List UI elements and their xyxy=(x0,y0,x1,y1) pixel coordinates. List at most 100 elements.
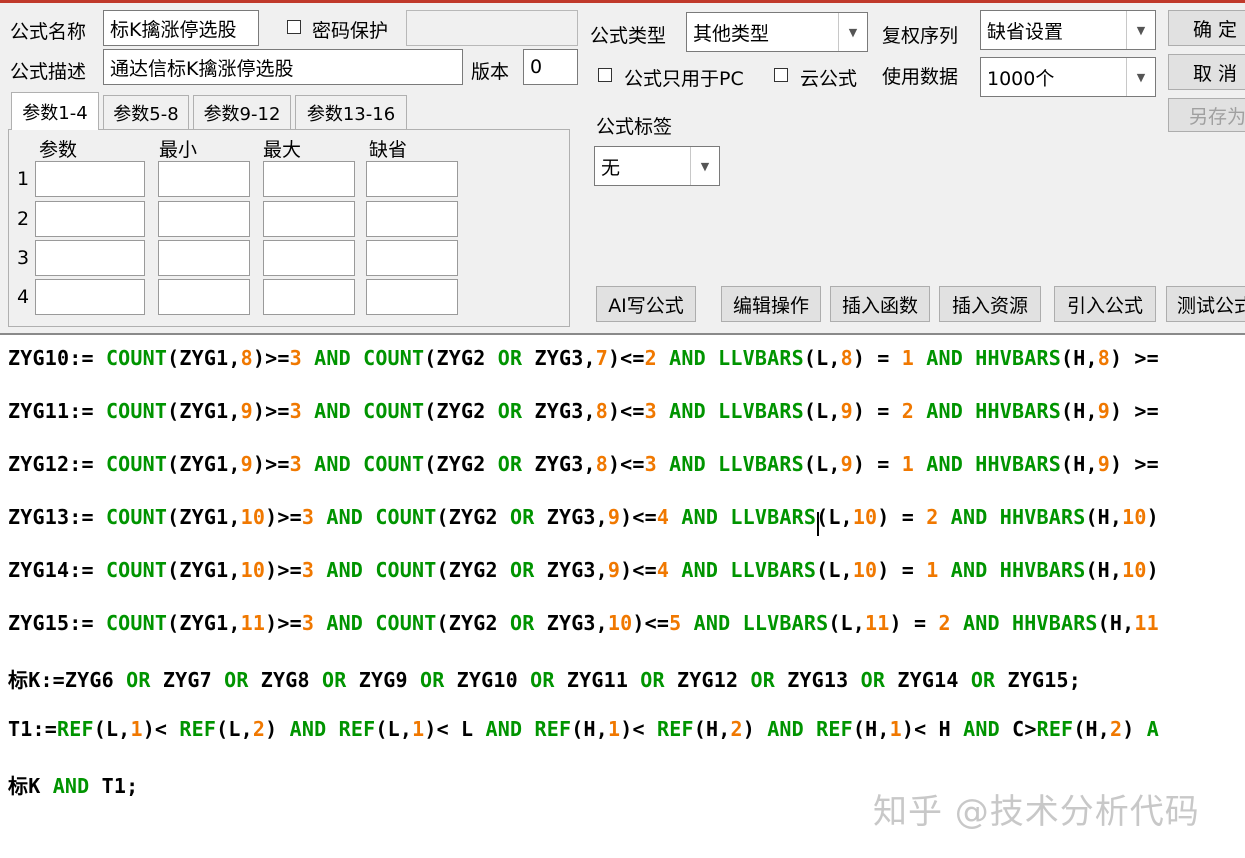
code-keyword: COUNT xyxy=(105,505,168,529)
formula-desc-input[interactable]: 通达信标K擒涨停选股 xyxy=(103,49,463,85)
param-max-input[interactable] xyxy=(263,279,355,315)
param-max-input[interactable] xyxy=(263,201,355,237)
code-line[interactable]: ZYG14:= COUNT(ZYG1,10)>=3 AND COUNT(ZYG2… xyxy=(8,558,1159,582)
formula-type-select[interactable]: 其他类型 ▼ xyxy=(686,12,868,52)
code-text: ) = xyxy=(852,452,902,476)
chevron-down-icon[interactable]: ▼ xyxy=(1126,11,1155,49)
param-name-input[interactable] xyxy=(35,240,145,276)
code-number: 10 xyxy=(607,611,633,635)
code-keyword: AND xyxy=(314,452,351,476)
code-keyword: AND xyxy=(52,774,90,798)
edit-operations-button[interactable]: 编辑操作 xyxy=(721,286,821,322)
code-text: )>= xyxy=(252,346,290,370)
code-text: (ZYG2 xyxy=(436,505,510,529)
param-default-input[interactable] xyxy=(366,161,458,197)
code-keyword: OR xyxy=(860,668,886,692)
param-default-input[interactable] xyxy=(366,240,458,276)
param-name-input[interactable] xyxy=(35,201,145,237)
code-text: ZYG13 xyxy=(774,668,861,692)
tab-params-13-16[interactable]: 参数13-16 xyxy=(295,95,407,129)
code-keyword: OR xyxy=(497,399,523,423)
code-line[interactable]: ZYG11:= COUNT(ZYG1,9)>=3 AND COUNT(ZYG2 … xyxy=(8,399,1159,423)
code-keyword: AND xyxy=(681,505,719,529)
import-formula-button[interactable]: 引入公式 xyxy=(1054,286,1156,322)
use-data-label: 使用数据 xyxy=(882,66,959,88)
cancel-button[interactable]: 取 消 xyxy=(1168,54,1245,90)
chevron-down-icon[interactable]: ▼ xyxy=(838,13,867,51)
param-name-input[interactable] xyxy=(35,161,145,197)
version-input[interactable]: 0 xyxy=(523,49,578,85)
code-line[interactable]: 标K AND T1; xyxy=(8,770,138,799)
code-keyword: REF xyxy=(338,717,376,741)
window-top-border xyxy=(0,0,1245,3)
password-protect-checkbox[interactable] xyxy=(287,20,301,34)
chevron-down-icon[interactable]: ▼ xyxy=(690,147,719,185)
password-input[interactable] xyxy=(406,10,578,46)
use-data-select[interactable]: 1000个 ▼ xyxy=(980,57,1156,97)
code-text: (H, xyxy=(1060,452,1098,476)
code-line[interactable]: T1:=REF(L,1)< REF(L,2) AND REF(L,1)< L A… xyxy=(8,717,1159,741)
param-min-input[interactable] xyxy=(158,161,250,197)
chevron-down-icon[interactable]: ▼ xyxy=(1126,58,1155,96)
code-text: ZYG13:= xyxy=(8,505,106,529)
formula-tag-select[interactable]: 无 ▼ xyxy=(594,146,720,186)
insert-function-button[interactable]: 插入函数 xyxy=(830,286,930,322)
param-max-input[interactable] xyxy=(263,161,355,197)
code-number: 1 xyxy=(901,452,915,476)
version-label: 版本 xyxy=(471,61,510,83)
ai-write-formula-button[interactable]: AI写公式 xyxy=(596,286,696,322)
code-keyword: HHVBARS xyxy=(999,505,1086,529)
pc-only-checkbox[interactable] xyxy=(598,68,612,82)
param-default-input[interactable] xyxy=(366,201,458,237)
code-line[interactable]: ZYG12:= COUNT(ZYG1,9)>=3 AND COUNT(ZYG2 … xyxy=(8,452,1159,476)
param-min-input[interactable] xyxy=(158,240,250,276)
param-max-input[interactable] xyxy=(263,240,355,276)
param-min-input[interactable] xyxy=(158,201,250,237)
code-number: 4 xyxy=(656,558,670,582)
code-keyword: AND xyxy=(950,558,988,582)
code-keyword: AND xyxy=(314,346,351,370)
code-text: (H, xyxy=(571,717,608,741)
code-keyword: OR xyxy=(509,505,535,529)
tab-params-1-4[interactable]: 参数1-4 xyxy=(11,92,99,130)
code-line[interactable]: ZYG15:= COUNT(ZYG1,11)>=3 AND COUNT(ZYG2… xyxy=(8,611,1159,635)
param-name-input[interactable] xyxy=(35,279,145,315)
ok-button[interactable]: 确 定 xyxy=(1168,10,1245,46)
tab-params-5-8[interactable]: 参数5-8 xyxy=(103,95,189,129)
code-text: )< L xyxy=(424,717,486,741)
code-line[interactable]: ZYG13:= COUNT(ZYG1,10)>=3 AND COUNT(ZYG2… xyxy=(8,505,1159,529)
code-line[interactable]: 标K:=ZYG6 OR ZYG7 OR ZYG8 OR ZYG9 OR ZYG1… xyxy=(8,664,1081,693)
code-text: (H, xyxy=(852,717,890,741)
formula-name-input[interactable]: 标K擒涨停选股 xyxy=(103,10,259,46)
code-number: 2 xyxy=(1110,717,1123,741)
code-number: 9 xyxy=(1097,452,1110,476)
code-text: T1; xyxy=(89,774,139,798)
rights-series-select[interactable]: 缺省设置 ▼ xyxy=(980,10,1156,50)
code-number: 2 xyxy=(901,399,915,423)
code-keyword: AND xyxy=(963,717,1000,741)
code-keyword: OR xyxy=(224,668,249,692)
insert-resource-button[interactable]: 插入资源 xyxy=(939,286,1041,322)
code-number: 10 xyxy=(1122,558,1147,582)
code-number: 9 xyxy=(1097,399,1110,423)
code-text: )>= xyxy=(252,399,290,423)
code-text: (H, xyxy=(1097,611,1135,635)
code-number: 1 xyxy=(926,558,939,582)
param-default-input[interactable] xyxy=(366,279,458,315)
tab-params-9-12[interactable]: 参数9-12 xyxy=(193,95,291,129)
code-line[interactable]: ZYG10:= COUNT(ZYG1,8)>=3 AND COUNT(ZYG2 … xyxy=(8,346,1159,370)
code-keyword: COUNT xyxy=(363,452,425,476)
param-min-input[interactable] xyxy=(158,279,250,315)
code-number: 8 xyxy=(240,346,253,370)
code-keyword: AND xyxy=(485,717,523,741)
cloud-formula-checkbox[interactable] xyxy=(774,68,788,82)
code-number: 9 xyxy=(240,452,253,476)
code-keyword: AND xyxy=(326,611,364,635)
test-formula-button[interactable]: 测试公式 xyxy=(1166,286,1245,322)
formula-code-editor[interactable]: ZYG10:= COUNT(ZYG1,8)>=3 AND COUNT(ZYG2 … xyxy=(0,333,1245,858)
code-text: (H, xyxy=(1085,558,1123,582)
save-as-button[interactable]: 另存为 xyxy=(1168,98,1245,132)
